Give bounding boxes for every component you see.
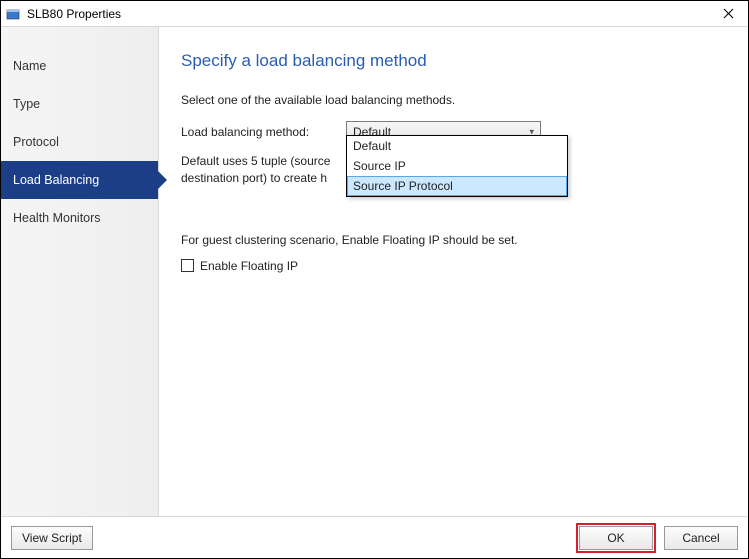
floating-ip-checkbox[interactable] [181, 259, 194, 272]
dropdown-option-default[interactable]: Default [347, 136, 567, 156]
main-panel: Specify a load balancing method Select o… [159, 27, 748, 516]
cancel-button[interactable]: Cancel [664, 526, 738, 550]
titlebar: SLB80 Properties [1, 1, 748, 27]
properties-window: SLB80 Properties Name Type Protocol Load… [0, 0, 749, 559]
view-script-button[interactable]: View Script [11, 526, 93, 550]
instruction-text: Select one of the available load balanci… [181, 93, 726, 107]
ok-button[interactable]: OK [579, 526, 653, 550]
sidebar-item-load-balancing[interactable]: Load Balancing [1, 161, 158, 199]
dialog-body: Name Type Protocol Load Balancing Health… [1, 27, 748, 516]
close-button[interactable] [708, 1, 748, 26]
method-dropdown-list: Default Source IP Source IP Protocol [346, 135, 568, 197]
ok-button-highlight: OK [576, 523, 656, 553]
app-icon [5, 6, 21, 22]
window-title: SLB80 Properties [27, 7, 708, 21]
sidebar-item-name[interactable]: Name [1, 47, 158, 85]
footer: View Script OK Cancel [1, 516, 748, 558]
method-label: Load balancing method: [181, 125, 346, 139]
sidebar-item-protocol[interactable]: Protocol [1, 123, 158, 161]
sidebar-item-type[interactable]: Type [1, 85, 158, 123]
floating-ip-label: Enable Floating IP [200, 259, 298, 273]
sidebar-item-health-monitors[interactable]: Health Monitors [1, 199, 158, 237]
dropdown-option-source-ip-protocol[interactable]: Source IP Protocol [347, 176, 567, 196]
floating-ip-row: Enable Floating IP [181, 259, 726, 273]
dropdown-option-source-ip[interactable]: Source IP [347, 156, 567, 176]
page-title: Specify a load balancing method [181, 51, 726, 71]
sidebar: Name Type Protocol Load Balancing Health… [1, 27, 159, 516]
floating-ip-hint: For guest clustering scenario, Enable Fl… [181, 233, 726, 247]
